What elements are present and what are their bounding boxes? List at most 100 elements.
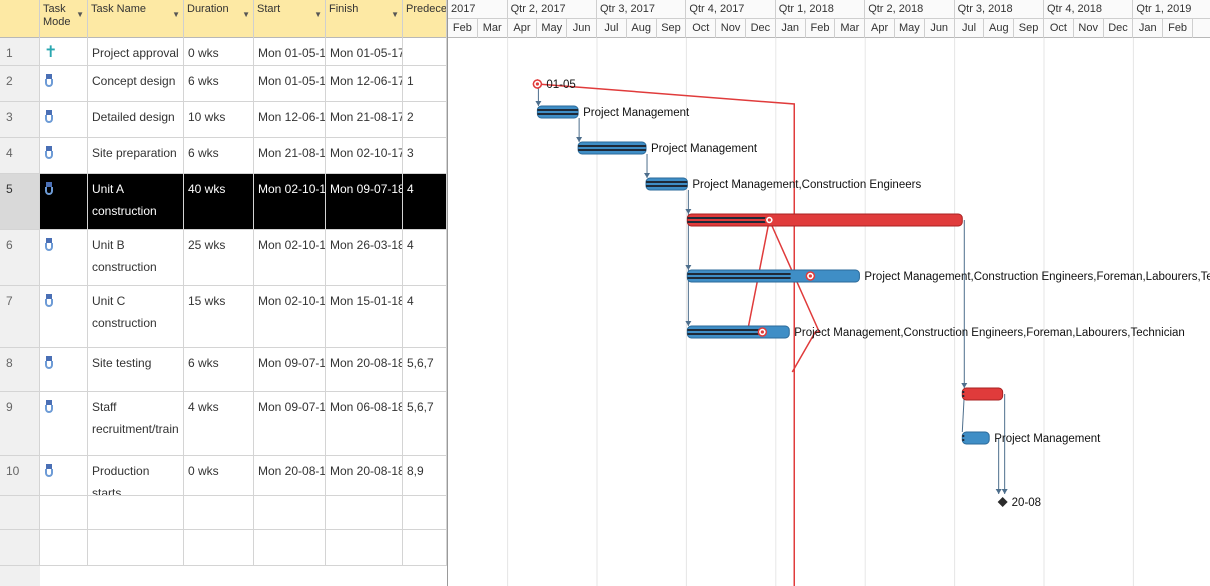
cell-duration[interactable]: 6 wks [184, 348, 254, 391]
chevron-down-icon[interactable]: ▼ [76, 8, 84, 21]
cell-task-name[interactable]: Site testing [88, 348, 184, 391]
column-header-task-name[interactable]: Task Name ▼ [88, 0, 184, 38]
cell-row-id[interactable]: 1 [0, 38, 40, 65]
table-row[interactable]: 4 Site preparation 6 wks Mon 21-08-17 Mon 02… [0, 138, 447, 174]
timescale-month[interactable]: Apr [508, 19, 538, 38]
table-row[interactable]: 10 Production starts 0 wks Mon 20-08-18 Mon … [0, 456, 447, 496]
cell-duration[interactable]: 4 wks [184, 392, 254, 455]
column-header-duration[interactable]: Duration ▼ [184, 0, 254, 38]
cell-finish[interactable]: Mon 01-05-17 [326, 38, 403, 65]
timescale-month[interactable]: Sep [657, 19, 687, 38]
table-row[interactable]: 1 ✝ Project approval 0 wks Mon 01-05-17 Mon 0… [0, 38, 447, 66]
timescale-quarter[interactable]: Qtr 3, 2017 [597, 0, 687, 19]
select-all-corner[interactable] [0, 0, 40, 38]
empty-cell[interactable] [40, 496, 88, 529]
timescale-month[interactable]: Feb [1163, 19, 1193, 38]
timescale-month[interactable]: May [895, 19, 925, 38]
timescale-quarter[interactable]: Qtr 3, 2018 [954, 0, 1044, 19]
timescale-month[interactable]: Dec [1104, 19, 1134, 38]
timescale-month[interactable]: Apr [865, 19, 895, 38]
cell-predecessors[interactable]: 4 [403, 174, 447, 229]
table-row[interactable]: 9 Staff recruitment/train 4 wks Mon 09-07-1… [0, 392, 447, 456]
cell-predecessors[interactable]: 5,6,7 [403, 392, 447, 455]
empty-cell[interactable] [326, 530, 403, 565]
timescale-month[interactable]: Dec [746, 19, 776, 38]
cell-finish[interactable]: Mon 21-08-17 [326, 102, 403, 137]
cell-finish[interactable]: Mon 02-10-17 [326, 138, 403, 173]
cell-task-name[interactable]: Unit A construction [88, 174, 184, 229]
cell-task-mode[interactable] [40, 102, 88, 137]
cell-duration[interactable]: 15 wks [184, 286, 254, 347]
cell-duration[interactable]: 40 wks [184, 174, 254, 229]
cell-task-mode[interactable]: ✝ [40, 38, 88, 65]
empty-cell[interactable] [88, 530, 184, 565]
cell-start[interactable]: Mon 21-08-17 [254, 138, 326, 173]
cell-start[interactable]: Mon 02-10-17 [254, 286, 326, 347]
cell-task-mode[interactable] [40, 174, 88, 229]
cell-predecessors[interactable]: 1 [403, 66, 447, 101]
table-row[interactable]: 2 Concept design 6 wks Mon 01-05-17 Mon 12-0… [0, 66, 447, 102]
cell-predecessors[interactable]: 8,9 [403, 456, 447, 495]
empty-cell[interactable] [88, 496, 184, 529]
empty-cell[interactable] [0, 496, 40, 529]
empty-cell[interactable] [40, 530, 88, 565]
timescale-month[interactable]: Oct [686, 19, 717, 38]
timescale-month[interactable]: May [537, 19, 568, 38]
timescale-month[interactable]: Jun [567, 19, 597, 38]
timescale-quarter[interactable]: Qtr 4, 2017 [686, 0, 776, 19]
cell-row-id[interactable]: 5 [0, 174, 40, 229]
cell-start[interactable]: Mon 12-06-17 [254, 102, 326, 137]
cell-predecessors[interactable]: 3 [403, 138, 447, 173]
chevron-down-icon[interactable]: ▼ [242, 8, 250, 21]
cell-task-mode[interactable] [40, 348, 88, 391]
cell-duration[interactable]: 0 wks [184, 38, 254, 65]
cell-row-id[interactable]: 8 [0, 348, 40, 391]
column-header-task-mode[interactable]: Task Mode ▼ [40, 0, 88, 38]
timescale-quarter[interactable]: Qtr 1, 2019 [1133, 0, 1210, 19]
timescale-month[interactable]: Jan [776, 19, 806, 38]
cell-finish[interactable]: Mon 12-06-17 [326, 66, 403, 101]
cell-predecessors[interactable]: 4 [403, 286, 447, 347]
empty-cell[interactable] [184, 530, 254, 565]
timescale-quarter[interactable]: Qtr 1, 2018 [775, 0, 866, 19]
empty-cell[interactable] [403, 530, 447, 565]
empty-cell[interactable] [254, 530, 326, 565]
cell-task-name[interactable]: Project approval [88, 38, 184, 65]
timescale-month[interactable]: Nov [1074, 19, 1104, 38]
empty-cell[interactable] [403, 496, 447, 529]
cell-duration[interactable]: 25 wks [184, 230, 254, 285]
empty-cell[interactable] [184, 496, 254, 529]
cell-row-id[interactable]: 9 [0, 392, 40, 455]
cell-start[interactable]: Mon 09-07-18 [254, 392, 326, 455]
empty-cell[interactable] [326, 496, 403, 529]
cell-task-mode[interactable] [40, 138, 88, 173]
timescale-quarter[interactable]: Qtr 2, 2018 [865, 0, 955, 19]
cell-duration[interactable]: 10 wks [184, 102, 254, 137]
column-header-finish[interactable]: Finish ▼ [326, 0, 403, 38]
empty-cell[interactable] [254, 496, 326, 529]
timescale-quarter[interactable]: 2017 [448, 0, 508, 19]
column-header-predecessors[interactable]: Predece [403, 0, 447, 38]
timescale-month[interactable]: Nov [716, 19, 746, 38]
cell-start[interactable]: Mon 01-05-17 [254, 38, 326, 65]
timescale-month[interactable]: Jan [1133, 19, 1164, 38]
cell-task-name[interactable]: Site preparation [88, 138, 184, 173]
cell-finish[interactable]: Mon 20-08-18 [326, 456, 403, 495]
cell-finish[interactable]: Mon 20-08-18 [326, 348, 403, 391]
cell-task-name[interactable]: Unit B construction [88, 230, 184, 285]
cell-start[interactable]: Mon 02-10-17 [254, 174, 326, 229]
timescale-month[interactable]: Feb [448, 19, 478, 38]
cell-finish[interactable]: Mon 26-03-18 [326, 230, 403, 285]
cell-duration[interactable]: 6 wks [184, 138, 254, 173]
column-header-start[interactable]: Start ▼ [254, 0, 326, 38]
cell-predecessors[interactable]: 5,6,7 [403, 348, 447, 391]
table-row[interactable]: 7 Unit C construction 15 wks Mon 02-10-17 Mo… [0, 286, 447, 348]
timescale-quarter[interactable]: Qtr 2, 2017 [507, 0, 597, 19]
cell-start[interactable]: Mon 20-08-18 [254, 456, 326, 495]
chevron-down-icon[interactable]: ▼ [172, 8, 180, 21]
table-row[interactable]: 5 Unit A construction 40 wks Mon 02-10-17 Mo… [0, 174, 447, 230]
cell-duration[interactable]: 0 wks [184, 456, 254, 495]
empty-cell[interactable] [0, 530, 40, 565]
cell-task-mode[interactable] [40, 230, 88, 285]
cell-task-mode[interactable] [40, 66, 88, 101]
